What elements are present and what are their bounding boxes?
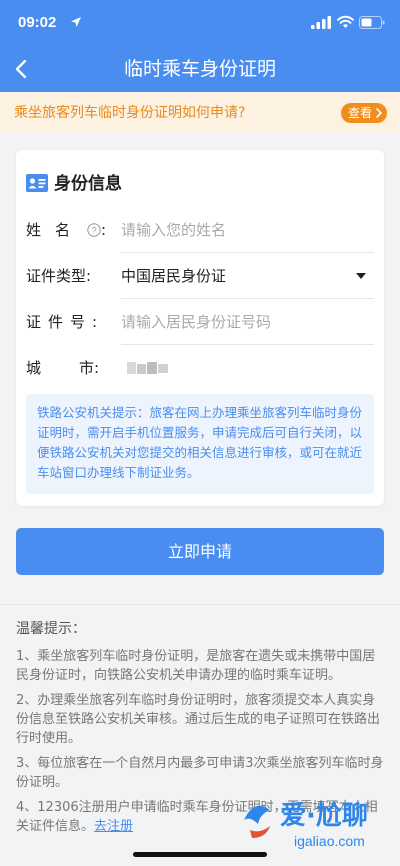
tips-item: 2、办理乘坐旅客列车临时身份证明时，旅客须提交本人真实身份信息至铁路公安机关审核… xyxy=(16,693,381,746)
help-banner: 乘坐旅客列车临时身份证明如何申请? 查看 xyxy=(0,92,400,134)
apply-button[interactable]: 立即申请 xyxy=(16,528,384,575)
register-link[interactable]: 去注册 xyxy=(94,819,133,834)
police-notice: 铁路公安机关提示：旅客在网上办理乘坐旅客列车临时身份证明时，需开启手机位置服务，… xyxy=(26,394,374,494)
tips-item: 3、每位旅客在一个自然月内最多可申请3次乘坐旅客列车临时身份证明。 xyxy=(16,756,384,790)
divider xyxy=(0,604,400,605)
chevron-right-icon xyxy=(376,108,383,118)
tips-item: 1、乘坐旅客列车临时身份证明，是旅客在遗失或未携带中国居民身份证时，向铁路公安机… xyxy=(16,649,376,683)
status-bar: 09:02 xyxy=(0,0,400,44)
wifi-icon xyxy=(337,15,354,28)
id-card-icon xyxy=(26,174,48,192)
battery-icon xyxy=(359,16,385,29)
view-button[interactable]: 查看 xyxy=(341,103,387,123)
name-input[interactable]: 请输入您的姓名 xyxy=(121,207,374,253)
svg-text:爱·尬聊: 爱·尬聊 xyxy=(280,801,368,831)
tips-title: 温馨提示： xyxy=(16,621,86,637)
id-type-label: 证件类型: xyxy=(26,267,92,285)
page-title: 临时乘车身份证明 xyxy=(123,58,276,80)
id-type-select[interactable]: 中国居民身份证 xyxy=(121,253,374,299)
help-icon[interactable]: ? xyxy=(87,223,101,237)
nav-bar: 临时乘车身份证明 xyxy=(0,44,400,92)
caret-down-icon xyxy=(356,273,366,279)
signal-icon xyxy=(311,16,331,29)
banner-text: 乘坐旅客列车临时身份证明如何申请? xyxy=(14,105,246,121)
chevron-left-icon[interactable] xyxy=(12,58,32,80)
watermark-logo: 爱·尬聊 igaliao.com xyxy=(244,801,368,849)
name-row: 姓名?: 请输入您的姓名 xyxy=(26,207,374,253)
id-number-input[interactable]: 请输入居民身份证号码 xyxy=(121,299,374,345)
svg-text:?: ? xyxy=(91,226,96,237)
app-header: 09:02 临时乘车身份证明 xyxy=(0,0,400,92)
blurred-city-text xyxy=(127,362,168,374)
id-number-label: 证件号: xyxy=(26,313,98,331)
name-label: 姓名?: xyxy=(26,221,107,239)
svg-text:igaliao.com: igaliao.com xyxy=(294,833,365,849)
id-type-row: 证件类型: 中国居民身份证 xyxy=(26,253,374,299)
location-arrow-icon xyxy=(71,17,81,27)
city-row: 城市: xyxy=(26,345,374,391)
card-title: 身份信息 xyxy=(54,174,122,194)
city-value[interactable] xyxy=(121,345,374,391)
id-number-row: 证件号: 请输入居民身份证号码 xyxy=(26,299,374,345)
city-label: 城市: xyxy=(26,359,133,377)
view-button-label: 查看 xyxy=(348,106,373,120)
home-indicator xyxy=(133,852,267,857)
status-time: 09:02 xyxy=(18,14,57,31)
